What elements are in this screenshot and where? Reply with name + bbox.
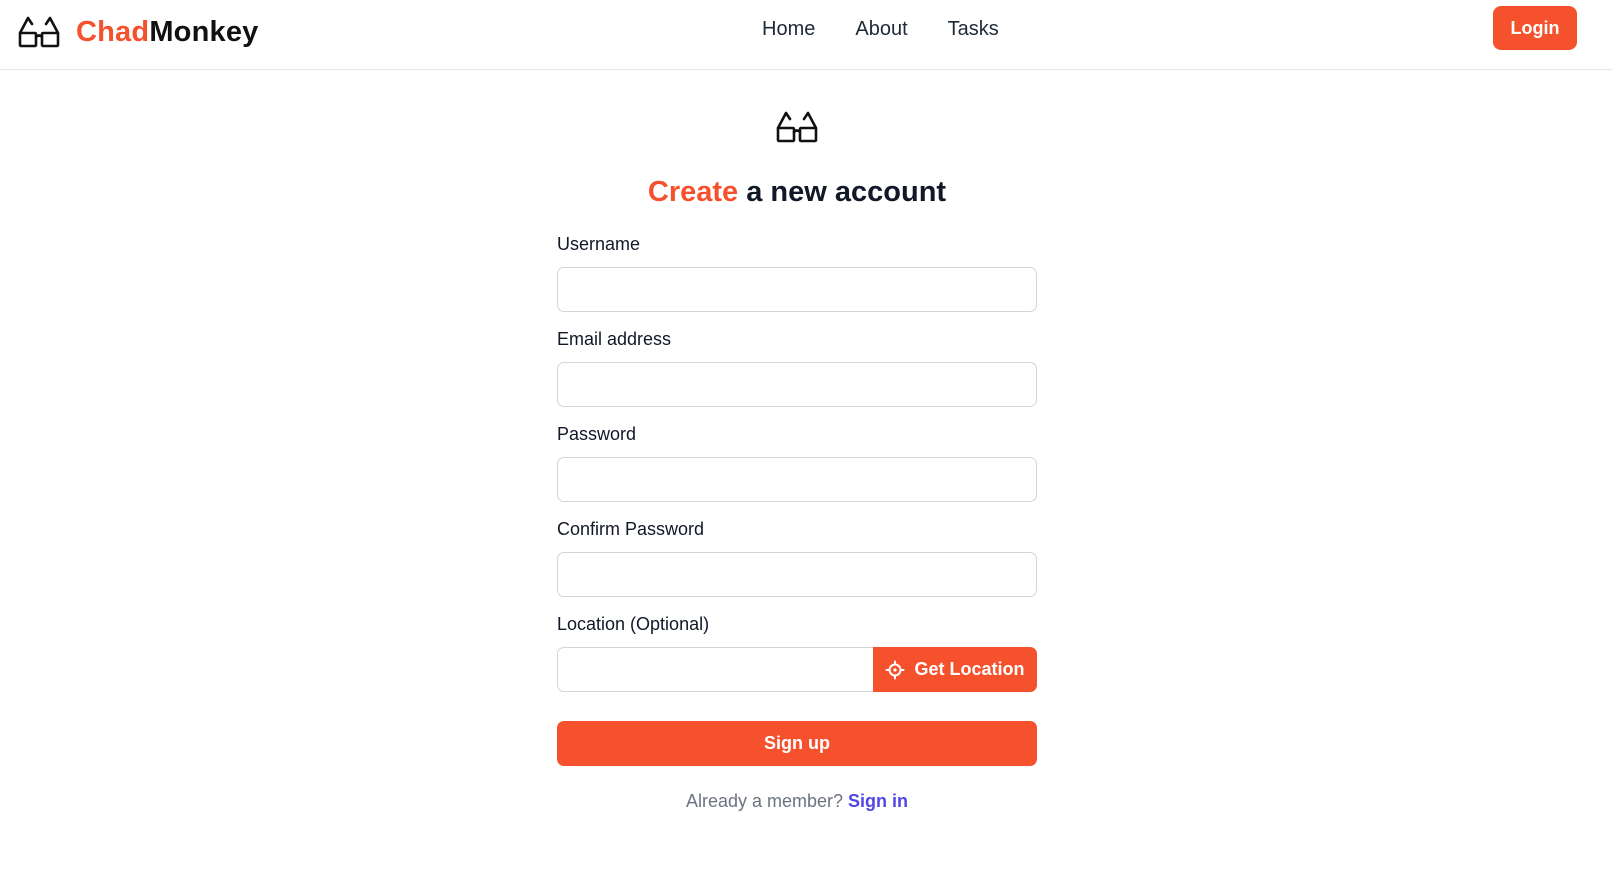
- username-label: Username: [557, 234, 641, 254]
- brand-name-rest: Monkey: [149, 15, 259, 48]
- sign-in-link[interactable]: Sign in: [848, 791, 908, 811]
- member-prompt: Already a member?: [685, 791, 849, 811]
- location-label: Location (Optional): [557, 614, 710, 634]
- crosshair-icon: [885, 660, 905, 679]
- brand-name: ChadMonkey: [76, 15, 259, 48]
- email-label: Email address: [557, 329, 672, 349]
- login-button[interactable]: Login: [1493, 6, 1577, 50]
- glasses-icon: [776, 111, 818, 143]
- main-nav: Home About Tasks: [762, 17, 999, 41]
- nav-tasks-link[interactable]: Tasks: [948, 17, 999, 41]
- username-input[interactable]: [557, 267, 1037, 312]
- glasses-icon: [18, 16, 60, 48]
- password-label: Password: [557, 424, 637, 444]
- top-navbar: ChadMonkey Home About Tasks Login: [0, 0, 1612, 70]
- sign-up-button[interactable]: Sign up: [557, 721, 1037, 766]
- page-title: Create a new account: [557, 174, 1037, 210]
- title-rest: a new account: [738, 176, 947, 208]
- get-location-label: Get Location: [914, 659, 1025, 679]
- brand-logo-link[interactable]: ChadMonkey: [18, 12, 258, 52]
- title-accent: Create: [647, 176, 739, 208]
- confirm-password-label: Confirm Password: [557, 519, 705, 539]
- password-input[interactable]: [557, 457, 1037, 502]
- email-input[interactable]: [557, 362, 1037, 407]
- nav-about-link[interactable]: About: [855, 17, 907, 41]
- already-member-text: Already a member? Sign in: [557, 790, 1037, 812]
- get-location-button[interactable]: Get Location: [873, 647, 1037, 692]
- nav-home-link[interactable]: Home: [762, 17, 815, 41]
- location-input[interactable]: [557, 647, 873, 692]
- brand-name-accent: Chad: [76, 15, 150, 48]
- confirm-password-input[interactable]: [557, 552, 1037, 597]
